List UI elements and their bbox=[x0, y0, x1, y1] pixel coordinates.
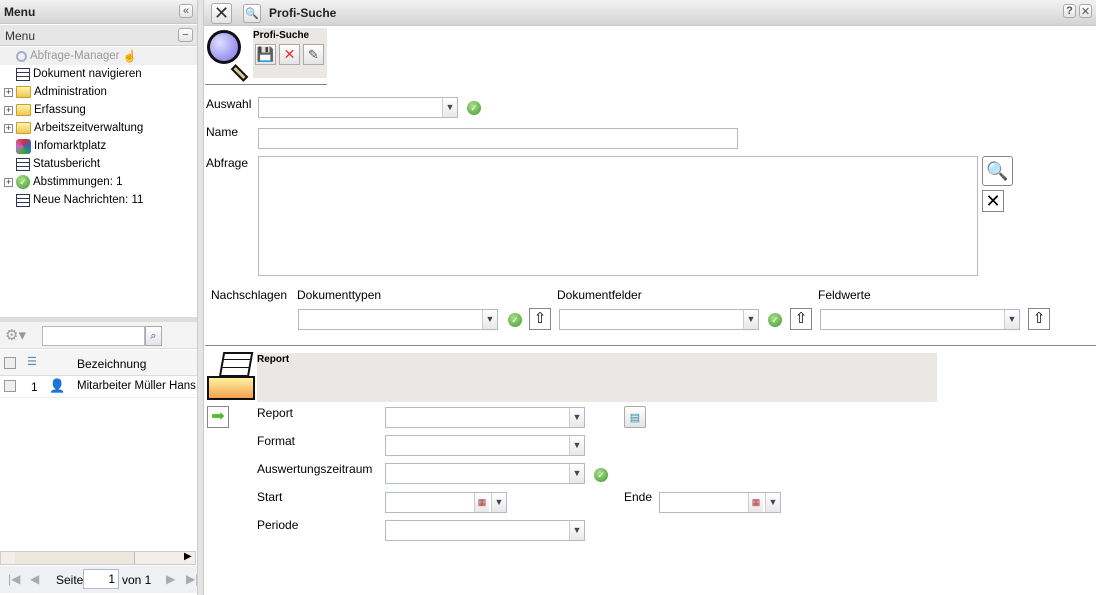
section-divider bbox=[205, 345, 1096, 346]
calendar-icon[interactable]: ▦ bbox=[748, 493, 763, 512]
menu-panel-title: Menu bbox=[4, 5, 36, 19]
printer-icon bbox=[207, 352, 257, 401]
profi-suche-toolbar: Profi-Suche 💾 ✕ ✎ bbox=[253, 28, 327, 78]
main-header: ✕ 🔍 Profi-Suche ? ✕ bbox=[204, 0, 1096, 26]
user-icon: 👤 bbox=[49, 378, 66, 393]
name-input[interactable] bbox=[258, 128, 738, 149]
chevron-down-icon[interactable]: ▼ bbox=[442, 98, 457, 117]
expand-icon[interactable]: + bbox=[4, 178, 13, 187]
periode-select[interactable]: ▼ bbox=[385, 520, 585, 541]
expand-icon[interactable]: + bbox=[4, 106, 13, 115]
clear-button[interactable]: ✕ bbox=[982, 190, 1004, 212]
check-icon: ✓ bbox=[594, 468, 608, 482]
feldwerte-up-button[interactable]: ⇧ bbox=[1028, 308, 1050, 330]
chevron-down-icon[interactable]: ▼ bbox=[1004, 310, 1019, 329]
grid-header-bezeichnung[interactable]: Bezeichnung bbox=[77, 357, 146, 371]
vote-check-icon: ✓ bbox=[16, 175, 30, 189]
page-input[interactable] bbox=[83, 569, 119, 589]
table-row[interactable]: 1 👤 Mitarbeiter Müller Hans bbox=[0, 376, 197, 398]
report-select[interactable]: ▼ bbox=[385, 407, 585, 428]
calendar-icon[interactable]: ▦ bbox=[474, 493, 489, 512]
tree-item-abstimmungen[interactable]: ✓ Abstimmungen: 1 bbox=[16, 173, 123, 191]
chevron-down-icon[interactable]: ▼ bbox=[569, 521, 584, 540]
close-tab-button[interactable]: ✕ bbox=[211, 3, 232, 24]
main-title: Profi-Suche bbox=[269, 6, 337, 20]
search-button[interactable]: 🔍 bbox=[982, 156, 1013, 186]
save-icon[interactable]: 💾 bbox=[255, 44, 276, 65]
check-icon: ✓ bbox=[768, 313, 782, 327]
grid-search-input[interactable] bbox=[42, 326, 145, 346]
format-select[interactable]: ▼ bbox=[385, 435, 585, 456]
auswahl-select[interactable]: ▼ bbox=[258, 97, 458, 118]
report-header: Report bbox=[257, 353, 937, 402]
report-icon bbox=[16, 193, 30, 207]
auswertungszeitraum-select[interactable]: ▼ bbox=[385, 463, 585, 484]
collapse-panel-button[interactable]: « bbox=[179, 4, 193, 18]
large-magnifier-icon bbox=[207, 30, 253, 82]
edit-icon[interactable]: ✎ bbox=[303, 44, 324, 65]
close-window-button[interactable]: ✕ bbox=[1079, 4, 1092, 18]
magnifier-icon bbox=[16, 50, 27, 62]
run-report-button[interactable]: ➡ bbox=[207, 406, 229, 428]
select-all-checkbox[interactable] bbox=[4, 357, 16, 369]
network-icon bbox=[16, 138, 31, 154]
dokumentfelder-up-button[interactable]: ⇧ bbox=[790, 308, 812, 330]
tree-item-neue-nachrichten[interactable]: Neue Nachrichten: 11 bbox=[16, 191, 143, 209]
vertical-splitter[interactable] bbox=[197, 0, 204, 595]
menu-tree: Abfrage-Manager ☝ Dokument navigieren + A… bbox=[0, 47, 197, 317]
row-checkbox[interactable] bbox=[4, 380, 16, 392]
ende-date-field[interactable]: ▦ ▼ bbox=[659, 492, 781, 513]
help-button[interactable]: ? bbox=[1063, 4, 1076, 18]
menu-section-title: Menu bbox=[5, 29, 36, 43]
start-date-field[interactable]: ▦ ▼ bbox=[385, 492, 507, 513]
divider bbox=[205, 84, 327, 85]
grid-search-button[interactable]: ⌕ bbox=[145, 326, 162, 346]
chevron-down-icon[interactable]: ▼ bbox=[765, 493, 780, 512]
expand-icon[interactable]: + bbox=[4, 88, 13, 97]
first-page-icon[interactable]: |◀ bbox=[8, 572, 20, 586]
tree-item-statusbericht[interactable]: Statusbericht bbox=[16, 155, 100, 173]
tree-item-dokument-navigieren[interactable]: Dokument navigieren bbox=[16, 65, 142, 83]
collapse-section-button[interactable]: − bbox=[178, 28, 193, 42]
dokumentfelder-select[interactable]: ▼ bbox=[559, 309, 759, 330]
horizontal-scrollbar[interactable]: ▶ bbox=[0, 551, 196, 565]
document-nav-icon bbox=[16, 67, 30, 81]
menu-panel-header: Menu « bbox=[0, 0, 197, 24]
chevron-down-icon[interactable]: ▼ bbox=[743, 310, 758, 329]
chevron-down-icon[interactable]: ▼ bbox=[491, 493, 506, 512]
folder-icon bbox=[16, 86, 31, 98]
folder-icon bbox=[16, 122, 31, 134]
hand-cursor-icon: ☝ bbox=[122, 51, 137, 63]
tree-item-infomarktplatz[interactable]: Infomarktplatz bbox=[16, 137, 106, 155]
pager: |◀ ◀ Seite von 1 ▶ ▶| bbox=[0, 566, 198, 593]
tree-item-abfrage-manager[interactable]: Abfrage-Manager ☝ bbox=[16, 47, 137, 65]
check-icon: ✓ bbox=[467, 101, 481, 115]
row-number-icon: ☰ bbox=[27, 356, 37, 368]
chevron-down-icon[interactable]: ▼ bbox=[482, 310, 497, 329]
report-icon bbox=[16, 157, 30, 171]
report-layout-icon[interactable]: ▤ bbox=[624, 406, 646, 428]
feldwerte-select[interactable]: ▼ bbox=[820, 309, 1020, 330]
tree-item-erfassung[interactable]: Erfassung bbox=[16, 101, 86, 119]
check-icon: ✓ bbox=[508, 313, 522, 327]
folder-icon bbox=[16, 104, 31, 116]
dokumenttypen-up-button[interactable]: ⇧ bbox=[529, 308, 551, 330]
grid-toolbar: ⚙▾ ⌕ bbox=[0, 322, 197, 349]
abfrage-textarea[interactable] bbox=[258, 156, 978, 276]
chevron-down-icon[interactable]: ▼ bbox=[569, 436, 584, 455]
delete-document-icon[interactable]: ✕ bbox=[279, 44, 300, 65]
next-page-icon[interactable]: ▶ bbox=[166, 572, 175, 586]
grid-header: ☰ Bezeichnung bbox=[0, 350, 197, 376]
search-tab-icon: 🔍 bbox=[243, 4, 261, 23]
chevron-down-icon[interactable]: ▼ bbox=[569, 464, 584, 483]
dokumenttypen-select[interactable]: ▼ bbox=[298, 309, 498, 330]
menu-section-header[interactable]: Menu − bbox=[0, 25, 197, 46]
chevron-down-icon[interactable]: ▼ bbox=[569, 408, 584, 427]
prev-page-icon[interactable]: ◀ bbox=[30, 572, 39, 586]
tree-item-administration[interactable]: Administration bbox=[16, 83, 107, 101]
expand-icon[interactable]: + bbox=[4, 124, 13, 133]
tree-item-arbeitszeitverwaltung[interactable]: Arbeitszeitverwaltung bbox=[16, 119, 143, 137]
gear-menu-icon[interactable]: ⚙▾ bbox=[5, 326, 26, 344]
